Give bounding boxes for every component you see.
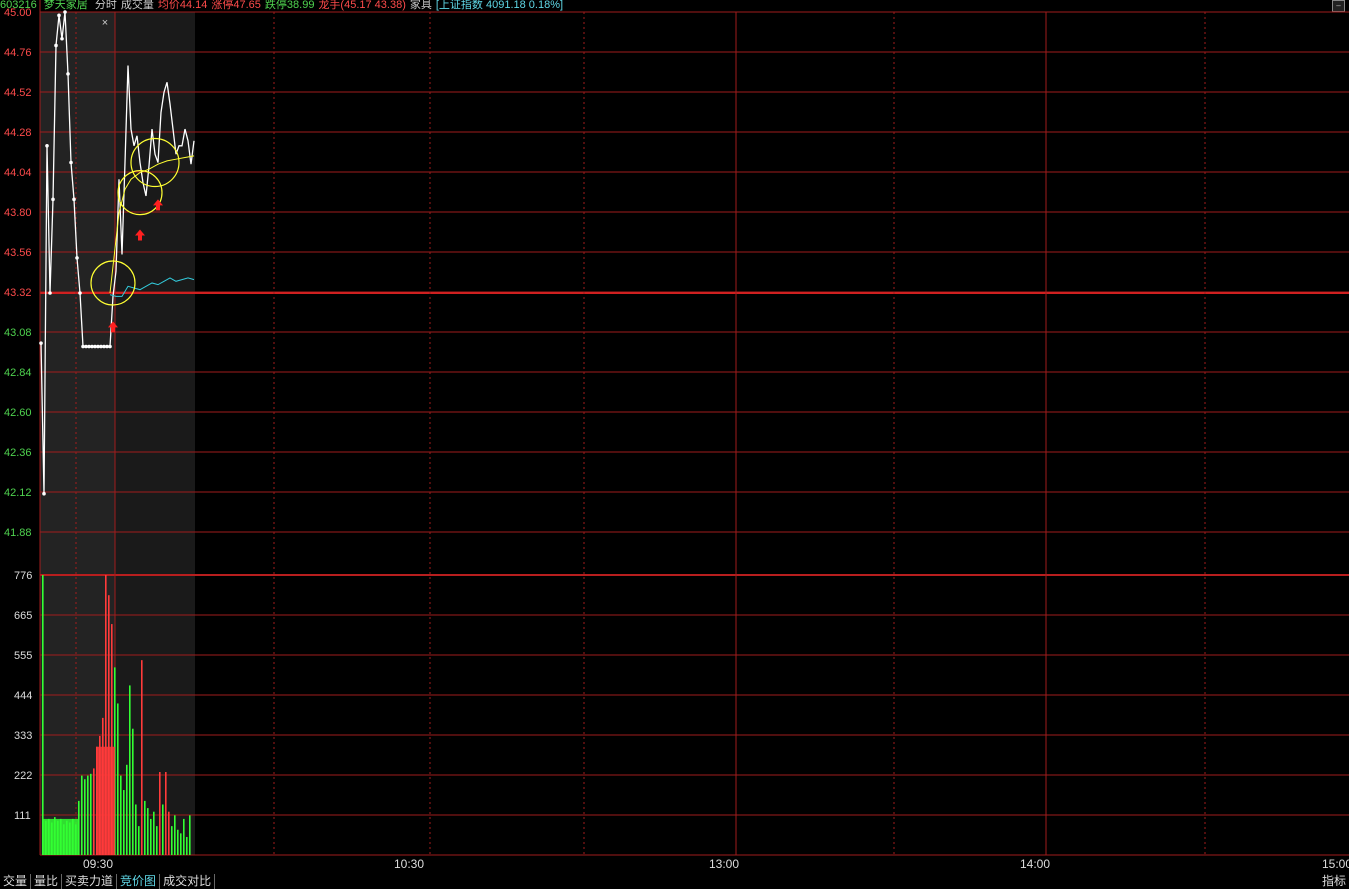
volume-bar [126, 764, 128, 855]
volume-bar [180, 833, 182, 855]
volume-bar [78, 800, 80, 855]
auction-point [108, 344, 112, 349]
time-tick-label: 13:00 [709, 857, 739, 871]
price-tick-label: 44.04 [4, 167, 32, 179]
indicator-tab[interactable]: 量比 [31, 874, 63, 889]
volume-bar [120, 775, 122, 855]
volume-bar [186, 836, 188, 855]
volume-bar [150, 818, 152, 855]
price-tick-label: 42.84 [4, 367, 32, 379]
time-tick-label: 15:00 [1322, 857, 1349, 871]
volume-tick-label: 333 [14, 730, 32, 742]
volume-tick-label: 665 [14, 610, 32, 622]
indicator-menu-button[interactable]: 指标 [1322, 874, 1346, 889]
time-tick-label: 14:00 [1020, 857, 1050, 871]
volume-bar [162, 804, 164, 855]
auction-point [60, 36, 64, 41]
auction-shade [40, 12, 115, 855]
price-tick-label: 44.52 [4, 87, 32, 99]
price-tick-label: 43.32 [4, 287, 32, 299]
price-tick-label: 42.60 [4, 407, 32, 419]
volume-bar [153, 811, 155, 855]
intraday-chart: 45.00 44.76 44.52 44.28 44.04 43.80 43.56 43.32… [4, 0, 1349, 871]
volume-tick-label: 444 [14, 690, 32, 702]
volume-bar [189, 815, 191, 855]
price-tick-label: 43.56 [4, 247, 32, 259]
indicator-tab[interactable]: 竞价图 [117, 874, 161, 889]
volume-bar [96, 746, 115, 855]
volume-bar [93, 768, 95, 855]
price-tick-label: 44.28 [4, 127, 32, 139]
volume-bar [84, 779, 86, 855]
auction-point [69, 160, 73, 165]
auction-point [66, 72, 70, 76]
indicator-tab[interactable]: 成交对比 [160, 874, 216, 889]
auction-point [75, 256, 79, 260]
auction-point [51, 197, 55, 202]
price-tick-label: 43.08 [4, 327, 32, 339]
volume-bar [42, 818, 78, 855]
volume-bar [141, 660, 143, 855]
indicator-tab[interactable]: 买卖力道 [62, 874, 118, 889]
close-auction-icon: × [102, 17, 108, 29]
price-tick-label: 42.36 [4, 447, 32, 459]
volume-bar [168, 811, 170, 855]
auction-point [45, 144, 49, 148]
price-tick-label: 43.80 [4, 207, 32, 219]
price-tick-label: 45.00 [4, 7, 32, 19]
indicator-tab-bar: 交量 量比 买卖力道 竞价图 成交对比 指标 [0, 874, 1349, 889]
volume-bar [183, 818, 185, 855]
volume-tick-label: 555 [14, 650, 32, 662]
volume-bar [135, 804, 137, 855]
auction-point [63, 10, 67, 14]
auction-point [42, 491, 46, 496]
price-tick-label: 42.12 [4, 487, 32, 499]
volume-bar [174, 815, 176, 855]
auction-point [57, 13, 61, 18]
volume-bar [171, 826, 173, 855]
volume-bar [159, 772, 161, 855]
volume-bar [177, 829, 179, 855]
time-tick-label: 10:30 [394, 857, 424, 871]
auction-point [48, 291, 52, 295]
volume-bar [129, 685, 131, 855]
volume-bar [123, 790, 125, 855]
volume-bar [147, 808, 149, 855]
price-tick-label: 44.76 [4, 47, 32, 59]
auction-point [78, 291, 82, 295]
volume-bar [156, 826, 158, 855]
price-tick-label: 41.88 [4, 527, 32, 539]
volume-tick-label: 111 [14, 810, 31, 822]
volume-bar [117, 703, 119, 855]
auction-point [72, 197, 76, 202]
auction-point [54, 43, 58, 48]
volume-bar [87, 775, 89, 855]
volume-bar [90, 773, 92, 855]
volume-tick-label: 222 [14, 770, 32, 782]
volume-bar [144, 800, 146, 855]
time-tick-label: 09:30 [83, 857, 113, 871]
volume-bar [132, 728, 134, 855]
indicator-tab[interactable]: 交量 [0, 874, 32, 889]
volume-tick-label: 776 [14, 570, 32, 582]
auction-point [39, 341, 43, 345]
volume-bar [42, 575, 44, 855]
volume-bar [138, 826, 140, 855]
volume-bar [81, 775, 83, 855]
volume-bar [165, 772, 167, 855]
